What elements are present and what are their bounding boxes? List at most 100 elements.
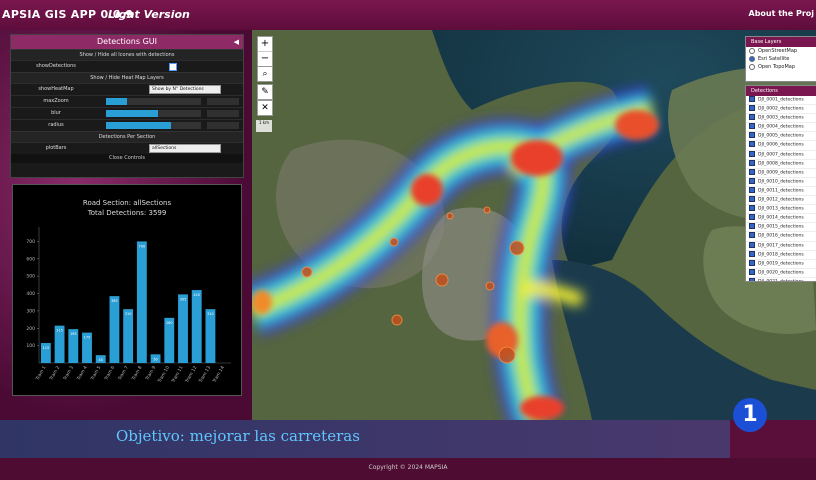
detection-layer-label: DJI_0019_detections: [758, 261, 804, 267]
radio-button[interactable]: [749, 55, 755, 62]
detection-layer-item[interactable]: DJI_0007_detections: [746, 150, 816, 160]
close-icon[interactable]: ✕: [257, 100, 273, 116]
checkbox[interactable]: [749, 105, 755, 112]
radio-button[interactable]: [749, 63, 755, 70]
y-tick-label: 400: [26, 291, 35, 297]
detection-layer-item[interactable]: DJI_0013_detections: [746, 205, 816, 215]
x-tick-label: Tram 10: [156, 365, 171, 385]
checkbox[interactable]: [749, 241, 755, 248]
x-tick-label: Tram 5: [89, 365, 102, 382]
map-view[interactable]: + − ⌕ ✎ ✕ 1 km: [252, 30, 816, 420]
blur-slider[interactable]: [106, 110, 201, 117]
max-zoom-slider[interactable]: [106, 98, 201, 105]
bar-value-label: 420: [193, 293, 200, 297]
x-tick-label: Tram 4: [75, 365, 88, 382]
checkbox[interactable]: [749, 159, 755, 166]
detection-layer-item[interactable]: DJI_0017_detections: [746, 241, 816, 251]
pencil-icon[interactable]: ✎: [257, 84, 273, 100]
checkbox[interactable]: [749, 114, 755, 121]
detection-layer-item[interactable]: DJI_0014_detections: [746, 214, 816, 224]
triangle-left-icon[interactable]: ◀: [234, 35, 239, 49]
checkbox[interactable]: [749, 141, 755, 148]
detection-layer-item[interactable]: DJI_0003_detections: [746, 114, 816, 124]
detection-layer-label: DJI_0016_detections: [758, 233, 804, 239]
detection-layer-label: DJI_0002_detections: [758, 106, 804, 112]
close-controls-button[interactable]: Close Controls: [11, 154, 243, 163]
caption-text: Objetivo: mejorar las carreteras: [116, 427, 360, 445]
detection-layer-item[interactable]: DJI_0016_detections: [746, 232, 816, 242]
radius-slider[interactable]: [106, 122, 201, 129]
bar-value-label: 115: [43, 346, 50, 350]
plot-bars-select[interactable]: allSections: [149, 144, 221, 153]
chart-panel: Road Section: allSections Total Detectio…: [12, 184, 242, 396]
detection-layer-item[interactable]: DJI_0011_detections: [746, 186, 816, 197]
checkbox[interactable]: [749, 186, 755, 193]
detection-layer-item[interactable]: DJI_0001_detections: [746, 96, 816, 106]
detection-layer-item[interactable]: DJI_0004_detections: [746, 123, 816, 133]
detection-layer-label: DJI_0005_detections: [758, 133, 804, 139]
magnifier-icon[interactable]: ⌕: [257, 66, 273, 82]
detections-title: Detections: [746, 86, 816, 96]
bar-value-label: 45: [98, 358, 102, 362]
bar-value-label: 700: [139, 244, 146, 248]
checkbox[interactable]: [749, 123, 755, 130]
about-link[interactable]: About the Proj: [749, 9, 815, 18]
detection-layer-item[interactable]: DJI_0020_detections: [746, 268, 816, 278]
checkbox[interactable]: [749, 259, 755, 266]
detection-layer-label: DJI_0018_detections: [758, 252, 804, 258]
base-layer-option[interactable]: OpenStreetMap: [746, 47, 816, 55]
bar-value-label: 260: [166, 321, 173, 325]
detection-layer-item[interactable]: DJI_0015_detections: [746, 223, 816, 233]
section-heatmap[interactable]: Show / Hide Heat Map Layers: [11, 72, 243, 83]
bar-value-label: 310: [125, 312, 132, 316]
x-tick-label: Tram 7: [116, 365, 129, 382]
checkbox[interactable]: [749, 214, 755, 221]
x-tick-label: Tram 2: [48, 365, 61, 382]
zoom-in-button[interactable]: +: [258, 37, 272, 52]
radius-input[interactable]: [207, 122, 239, 129]
show-detections-checkbox[interactable]: [169, 63, 177, 71]
detection-layer-item[interactable]: DJI_0018_detections: [746, 250, 816, 260]
max-zoom-row: maxZoom: [11, 95, 243, 107]
checkbox[interactable]: [749, 177, 755, 184]
show-heatmap-select[interactable]: Show by N° Detections: [149, 85, 221, 94]
detection-layer-item[interactable]: DJI_0010_detections: [746, 177, 816, 187]
checkbox[interactable]: [749, 250, 755, 257]
zoom-out-button[interactable]: −: [258, 52, 272, 66]
checkbox[interactable]: [749, 223, 755, 230]
section-per-section[interactable]: Detections Per Section: [11, 131, 243, 142]
detection-layer-item[interactable]: DJI_0021_detections: [746, 277, 816, 281]
detection-layer-item[interactable]: DJI_0008_detections: [746, 159, 816, 169]
blur-label: blur: [51, 110, 61, 116]
checkbox[interactable]: [749, 132, 755, 139]
gui-header[interactable]: Detections GUI ◀: [11, 35, 243, 49]
detection-layer-label: DJI_0009_detections: [758, 170, 804, 176]
detection-layer-item[interactable]: DJI_0002_detections: [746, 105, 816, 115]
bar: [178, 294, 188, 363]
checkbox[interactable]: [749, 168, 755, 175]
checkbox[interactable]: [749, 196, 755, 203]
detection-layer-item[interactable]: DJI_0006_detections: [746, 141, 816, 151]
section-show-hide[interactable]: Show / Hide all Icones with detections: [11, 49, 243, 60]
detection-layer-item[interactable]: DJI_0009_detections: [746, 168, 816, 178]
checkbox[interactable]: [749, 268, 755, 275]
detection-layer-label: DJI_0003_detections: [758, 115, 804, 121]
radio-button[interactable]: [749, 47, 755, 54]
checkbox[interactable]: [749, 232, 755, 239]
base-layer-option[interactable]: Open TopoMap: [746, 63, 816, 71]
x-tick-label: Tram 3: [62, 365, 75, 382]
detections-gui: Detections GUI ◀ Show / Hide all Icones …: [10, 34, 244, 178]
footer-copyright: Copyright © 2024 MAPSIA: [368, 464, 448, 471]
x-tick-label: Tram 1: [34, 365, 47, 382]
checkbox[interactable]: [749, 205, 755, 212]
bar-value-label: 395: [180, 297, 187, 301]
blur-input[interactable]: [207, 110, 239, 117]
detection-layer-item[interactable]: DJI_0005_detections: [746, 132, 816, 142]
detection-layer-item[interactable]: DJI_0012_detections: [746, 196, 816, 206]
checkbox[interactable]: [749, 96, 755, 102]
max-zoom-input[interactable]: [207, 98, 239, 105]
checkbox[interactable]: [749, 277, 755, 281]
base-layer-option[interactable]: Esri Satellite: [746, 55, 816, 63]
detection-layer-item[interactable]: DJI_0019_detections: [746, 259, 816, 269]
checkbox[interactable]: [749, 150, 755, 157]
